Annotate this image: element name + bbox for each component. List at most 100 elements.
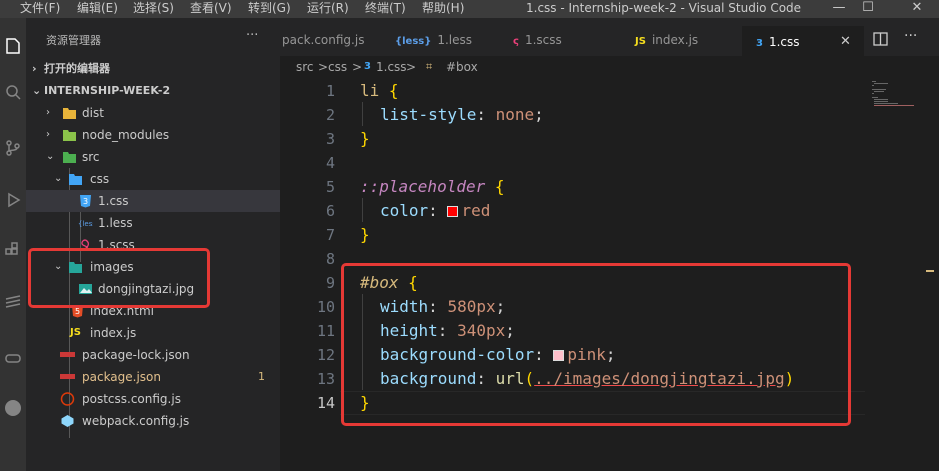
open-editors-section[interactable]: › 打开的编辑器 <box>32 60 110 76</box>
tree-item-postcss-config-js[interactable]: postcss.config.js <box>26 388 280 410</box>
workspace-section[interactable]: ⌄ INTERNSHIP-WEEK-2 <box>32 84 170 97</box>
line-number: 13 <box>316 370 335 388</box>
indent-guide <box>362 294 363 390</box>
indent-guide <box>362 198 363 222</box>
more-actions-icon[interactable]: ··· <box>904 28 917 44</box>
activity-bar <box>0 18 26 471</box>
url-link[interactable]: ../images/dongjingtazi.jpg <box>534 369 784 388</box>
chevron-down-icon: ⌄ <box>54 261 63 272</box>
tree-item-1-less[interactable]: {less} 1.less <box>26 212 280 234</box>
menu-view[interactable]: 查看(V) <box>190 0 232 18</box>
chevron-right-icon: › <box>46 107 50 118</box>
menu-go[interactable]: 转到(G) <box>248 0 291 18</box>
current-line-highlight <box>340 391 865 415</box>
symbol-icon: ⌗ <box>426 60 433 73</box>
tree-item-1-scss[interactable]: 1.scss <box>26 234 280 256</box>
line-number: 10 <box>316 298 335 316</box>
menu-selection[interactable]: 选择(S) <box>133 0 174 18</box>
color-swatch-pink[interactable] <box>553 350 565 361</box>
menu-terminal[interactable]: 终端(T) <box>365 0 406 18</box>
code-line: } <box>360 129 370 148</box>
line-number: 5 <box>325 178 335 196</box>
breadcrumb-src[interactable]: src <box>296 56 314 78</box>
svg-text:3: 3 <box>83 197 88 206</box>
breadcrumb-separator: > <box>352 60 363 74</box>
more-actions-icon[interactable]: ··· <box>246 28 258 43</box>
color-swatch-red[interactable] <box>447 206 459 217</box>
tree-item-images[interactable]: ⌄ images <box>26 256 280 278</box>
tree-item-package-json[interactable]: package.json 1 <box>26 366 280 388</box>
breadcrumb-css[interactable]: css <box>328 56 347 78</box>
code-line: background-color: pink; <box>380 345 616 364</box>
code-line: } <box>360 225 370 244</box>
chevron-right-icon: › <box>32 62 37 75</box>
css-file-icon: 3 <box>364 61 371 72</box>
tab-1-less[interactable]: {less} 1.less <box>395 28 472 53</box>
npm-file-icon <box>60 374 75 379</box>
code-line: height: 340px; <box>380 321 515 340</box>
run-debug-icon[interactable] <box>3 190 23 210</box>
tab-index-js[interactable]: JS index.js <box>635 28 698 53</box>
line-number: 8 <box>325 250 335 268</box>
menu-edit[interactable]: 编辑(E) <box>77 0 118 18</box>
less-file-icon: {less} <box>395 36 432 47</box>
tree-item-dist[interactable]: › dist <box>26 102 280 124</box>
tree-item-index-html[interactable]: 5 index.html <box>26 300 280 322</box>
close-window-button[interactable]: ✕ <box>906 0 928 18</box>
remote-explorer-icon[interactable] <box>3 293 23 313</box>
menu-help[interactable]: 帮助(H) <box>422 0 464 18</box>
maximize-button[interactable]: ☐ <box>857 0 879 18</box>
line-number: 4 <box>325 154 335 172</box>
menu-run[interactable]: 运行(R) <box>307 0 349 18</box>
title-bar: 文件(F) 编辑(E) 选择(S) 查看(V) 转到(G) 运行(R) 终端(T… <box>0 0 939 18</box>
js-file-icon: JS <box>635 36 646 47</box>
breadcrumb-separator: > <box>406 60 417 74</box>
code-line: ::placeholder { <box>360 177 505 196</box>
tree-item-src[interactable]: ⌄ src <box>26 146 280 168</box>
css-folder-icon <box>69 174 82 185</box>
close-tab-icon[interactable]: ✕ <box>840 28 851 56</box>
line-number: 11 <box>316 322 335 340</box>
search-icon[interactable] <box>3 82 23 102</box>
code-editor[interactable]: 1 2 3 4 5 6 7 8 9 10 11 12 13 14 li { li… <box>280 78 939 471</box>
tree-item-css[interactable]: ⌄ css <box>26 168 280 190</box>
tab-1-scss[interactable]: ς 1.scss <box>513 28 562 53</box>
line-number: 6 <box>325 202 335 220</box>
tab-webpack-config[interactable]: pack.config.js <box>282 28 364 53</box>
less-file-icon: {less} <box>78 220 93 228</box>
line-number: 3 <box>325 130 335 148</box>
minimap[interactable] <box>870 78 922 138</box>
menu-file[interactable]: 文件(F) <box>20 0 60 18</box>
tab-1-css[interactable]: 3 1.css ✕ <box>742 26 864 56</box>
chevron-right-icon: › <box>46 129 50 140</box>
node-folder-icon <box>63 130 76 141</box>
breadcrumb: src > css > 3 1.css > ⌗ #box <box>280 56 939 78</box>
breadcrumb-file[interactable]: 1.css <box>376 56 407 78</box>
tree-item-package-lock-json[interactable]: package-lock.json <box>26 344 280 366</box>
line-number-current: 14 <box>316 394 335 412</box>
line-number: 12 <box>316 346 335 364</box>
tree-item-1-css[interactable]: 3 1.css <box>26 190 280 212</box>
svg-text:{less}: {less} <box>78 220 93 228</box>
source-control-icon[interactable] <box>3 138 23 158</box>
tree-item-webpack-config-js[interactable]: webpack.config.js <box>26 410 280 432</box>
extensions-icon[interactable] <box>3 240 23 260</box>
css-file-icon: 3 <box>80 195 91 208</box>
image-file-icon <box>79 284 92 294</box>
indent-guide <box>362 102 363 126</box>
tree-item-dongjingtazi-jpg[interactable]: dongjingtazi.jpg <box>26 278 280 300</box>
chevron-down-icon: ⌄ <box>46 151 55 162</box>
tree-item-index-js[interactable]: JS index.js <box>26 322 280 344</box>
webpack-file-icon <box>61 415 74 427</box>
explorer-title: 资源管理器 <box>46 34 101 47</box>
split-editor-icon[interactable] <box>873 32 888 46</box>
npm-file-icon <box>60 352 75 357</box>
breadcrumb-symbol[interactable]: #box <box>446 56 478 78</box>
tree-item-node-modules[interactable]: › node_modules <box>26 124 280 146</box>
json-extension-icon[interactable] <box>3 398 23 418</box>
minimize-button[interactable]: — <box>828 0 850 18</box>
gamepad-icon[interactable] <box>3 348 23 368</box>
postcss-file-icon <box>60 392 75 406</box>
code-line: li { <box>360 81 399 100</box>
explorer-icon[interactable] <box>3 36 23 56</box>
